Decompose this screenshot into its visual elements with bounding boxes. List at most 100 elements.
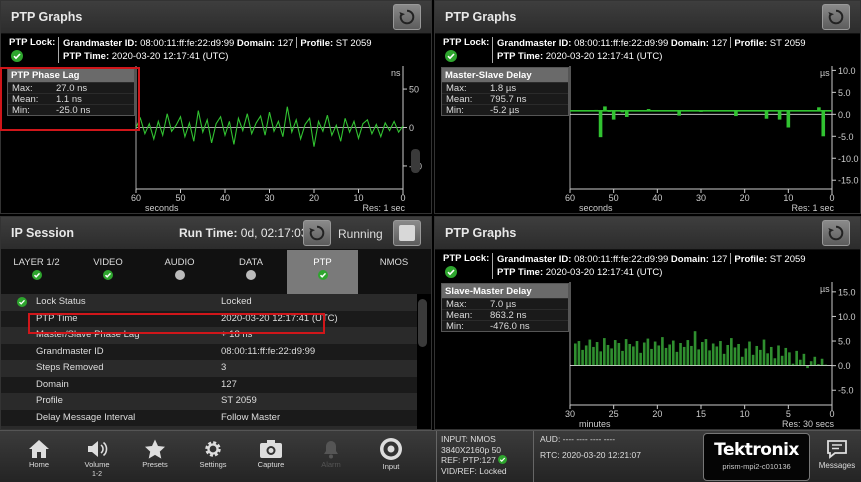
series-spike (817, 107, 821, 111)
bar (820, 358, 824, 366)
vidref-line: VID/REF: Locked (441, 465, 507, 476)
panel-header: PTP Graphs (1, 1, 431, 34)
check-icon (103, 270, 113, 280)
bar (759, 349, 762, 366)
tab-video[interactable]: VIDEO (73, 250, 144, 294)
bar (708, 350, 711, 366)
tab-nmos[interactable]: NMOS (359, 250, 430, 294)
x-unit-label: seconds (579, 203, 613, 213)
tab-data[interactable]: DATA (216, 250, 287, 294)
bar (642, 342, 646, 366)
bar (762, 339, 766, 366)
bar (733, 347, 737, 366)
run-time-value: 0d, 02:17:03 (240, 226, 308, 240)
resolution-label: Res: 1 sec (791, 203, 834, 213)
row-value: ST 2059 (221, 395, 257, 406)
panel-title: IP Session (11, 226, 74, 240)
reset-button[interactable] (822, 4, 850, 30)
messages-icon (827, 440, 847, 459)
x-tick-label: 0 (829, 193, 834, 203)
table-row: Steps Removed 3 (1, 360, 417, 377)
reset-button[interactable] (822, 220, 850, 246)
ptp-time-value: 2020-03-20 12:17:41 (UTC) (545, 51, 663, 62)
bar (628, 343, 632, 366)
settings-label: Settings (199, 460, 227, 469)
bar (740, 356, 744, 366)
input-button[interactable]: Input (362, 431, 420, 482)
bar (788, 352, 791, 366)
ptp-info-bar: PTP Lock: Grandmaster ID: 08:00:11:ff:fe… (435, 250, 860, 280)
check-icon (17, 297, 27, 307)
x-tick-label: 20 (309, 193, 319, 203)
table-row: Lock Status Locked (1, 294, 417, 311)
bar (668, 344, 671, 366)
brand-logo: Tektronix prism-mpi2-c010136 (703, 433, 810, 481)
messages-button[interactable]: Messages (813, 431, 861, 482)
reset-button[interactable] (393, 4, 421, 30)
ptp-time-label: PTP Time: (497, 51, 544, 62)
bar (621, 350, 624, 366)
ptp-info-bar: PTP Lock: Grandmaster ID: 08:00:11:ff:fe… (1, 34, 431, 64)
restart-button[interactable] (303, 220, 331, 246)
scrollbar[interactable] (418, 299, 427, 347)
bell-icon (324, 441, 338, 459)
bar (798, 359, 802, 366)
bar (584, 345, 588, 366)
gear-icon (205, 441, 221, 457)
panel-header: IP Session Run Time: 0d, 02:17:03 Runnin… (1, 217, 431, 250)
series-spike (764, 110, 769, 119)
bar (697, 349, 700, 366)
bar (751, 354, 755, 366)
grandmaster-value: 08:00:11:ff:fe:22:d9:99 (574, 254, 669, 265)
bar (617, 343, 621, 366)
domain-label: Domain: (236, 38, 275, 49)
tab-label: NMOS (379, 257, 409, 268)
bar (744, 348, 748, 366)
y-tick-label: 15.0 (838, 287, 856, 297)
bar (581, 349, 584, 366)
chart-scroll-handle[interactable] (411, 149, 420, 173)
check-icon (445, 50, 457, 62)
volume-label: Volume (84, 460, 110, 469)
series-spike (646, 109, 651, 111)
tab-layer-1-2[interactable]: LAYER 1/2 (1, 250, 72, 294)
model-label: prism-mpi2-c010136 (722, 462, 791, 471)
x-tick-label: 25 (609, 409, 619, 419)
domain-label: Domain: (670, 38, 709, 49)
x-tick-label: 20 (740, 193, 750, 203)
tab-ptp[interactable]: PTP (287, 250, 358, 294)
reset-icon (828, 225, 844, 241)
session-tabs: LAYER 1/2 VIDEO AUDIO DATA PTP NMOS (1, 250, 431, 294)
row-value: 08:00:11:ff:fe:22:d9:99 (221, 345, 316, 357)
x-tick-label: 10 (783, 193, 793, 203)
ptp-time-label: PTP Time: (63, 51, 110, 62)
series-spike (699, 110, 703, 112)
settings-button[interactable]: Settings (184, 431, 242, 482)
messages-label: Messages (818, 461, 856, 470)
series-spike (603, 106, 607, 111)
alarm-button[interactable]: Alarm (302, 431, 360, 482)
domain-label: Domain: (670, 254, 709, 265)
capture-button[interactable]: Capture (242, 431, 300, 482)
bar (653, 341, 657, 366)
stop-button[interactable] (393, 220, 421, 246)
home-button[interactable]: Home (10, 431, 68, 482)
volume-button[interactable]: Volume 1-2 (68, 431, 126, 482)
check-icon (317, 270, 328, 280)
ptp-time-label: PTP Time: (497, 267, 544, 278)
phase-lag-row-highlight (28, 313, 325, 334)
bar (777, 345, 780, 366)
presets-button[interactable]: Presets (126, 431, 184, 482)
bar (624, 339, 628, 366)
series-spike (677, 110, 681, 116)
table-row: Profile ST 2059 (1, 393, 417, 410)
session-state: Running (338, 227, 383, 241)
volume-channel: 1-2 (91, 471, 103, 478)
y-tick-label: 10.0 (838, 66, 856, 76)
bar (613, 340, 617, 366)
tab-audio[interactable]: AUDIO (144, 250, 215, 294)
panel-title: PTP Graphs (445, 226, 517, 240)
bar (719, 341, 722, 366)
y-tick-label: -5.0 (838, 132, 854, 142)
row-key: Profile (36, 395, 63, 406)
